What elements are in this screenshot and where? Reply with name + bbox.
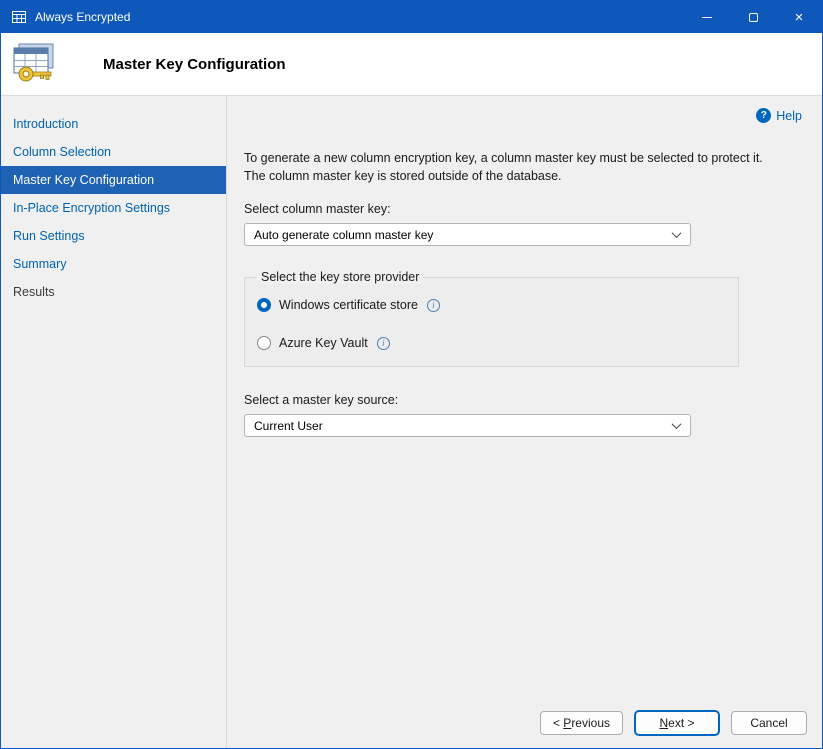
window-controls: × — [684, 1, 822, 33]
azure-key-vault-label: Azure Key Vault — [279, 336, 368, 350]
next-button-rest: ext > — [668, 716, 694, 730]
radio-row-windows-certificate-store[interactable]: Windows certificate store i — [257, 298, 726, 312]
close-icon: × — [795, 10, 804, 25]
master-key-source-label: Select a master key source: — [244, 393, 822, 407]
always-encrypted-window: Always Encrypted × — [0, 0, 823, 749]
help-row: ? Help — [227, 96, 822, 123]
master-key-configuration-content: To generate a new column encryption key,… — [227, 123, 822, 437]
radio-row-azure-key-vault[interactable]: Azure Key Vault i — [257, 336, 726, 350]
description-text: To generate a new column encryption key,… — [244, 149, 784, 185]
wizard-header: Master Key Configuration — [1, 33, 822, 96]
help-label: Help — [776, 109, 802, 123]
column-master-key-dropdown[interactable]: Auto generate column master key — [244, 223, 691, 246]
chevron-down-icon — [672, 419, 682, 429]
sidebar-item-results: Results — [1, 278, 226, 306]
info-icon[interactable]: i — [427, 299, 440, 312]
wizard-body: Introduction Column Selection Master Key… — [1, 96, 822, 748]
key-store-provider-group: Select the key store provider Windows ce… — [244, 270, 739, 367]
main-panel: ? Help To generate a new column encrypti… — [227, 96, 822, 748]
previous-button-prefix: < — [553, 716, 563, 730]
key-store-provider-group-label: Select the key store provider — [257, 270, 423, 284]
page-title: Master Key Configuration — [103, 56, 286, 73]
help-icon: ? — [756, 108, 771, 123]
column-master-key-value: Auto generate column master key — [254, 228, 433, 242]
previous-button[interactable]: < Previous — [540, 711, 623, 735]
column-master-key-label: Select column master key: — [244, 202, 822, 216]
help-link[interactable]: ? Help — [756, 108, 802, 123]
master-key-source-block: Select a master key source: Current User — [244, 393, 822, 437]
app-icon — [11, 9, 27, 25]
footer-buttons: < Previous Next > Cancel — [540, 711, 807, 735]
table-key-icon — [11, 42, 59, 86]
previous-button-rest: revious — [571, 716, 610, 730]
sidebar-item-run-settings[interactable]: Run Settings — [1, 222, 226, 250]
sidebar-item-master-key-configuration[interactable]: Master Key Configuration — [1, 166, 226, 194]
master-key-source-dropdown[interactable]: Current User — [244, 414, 691, 437]
cancel-button[interactable]: Cancel — [731, 711, 807, 735]
minimize-button[interactable] — [684, 1, 730, 33]
info-icon[interactable]: i — [377, 337, 390, 350]
sidebar-item-summary[interactable]: Summary — [1, 250, 226, 278]
windows-certificate-store-label: Windows certificate store — [279, 298, 418, 312]
sidebar-item-in-place-encryption-settings[interactable]: In-Place Encryption Settings — [1, 194, 226, 222]
maximize-button[interactable] — [730, 1, 776, 33]
radio-button-icon[interactable] — [257, 298, 271, 312]
maximize-icon — [749, 13, 758, 22]
minimize-icon — [702, 17, 712, 18]
sidebar-item-column-selection[interactable]: Column Selection — [1, 138, 226, 166]
radio-button-icon[interactable] — [257, 336, 271, 350]
sidebar-item-introduction[interactable]: Introduction — [1, 110, 226, 138]
titlebar: Always Encrypted × — [1, 1, 822, 33]
close-button[interactable]: × — [776, 1, 822, 33]
next-button[interactable]: Next > — [635, 711, 719, 735]
window-title: Always Encrypted — [35, 10, 684, 24]
chevron-down-icon — [672, 228, 682, 238]
wizard-steps-sidebar: Introduction Column Selection Master Key… — [1, 96, 227, 748]
next-button-mnemonic: N — [659, 716, 668, 730]
master-key-source-value: Current User — [254, 419, 323, 433]
